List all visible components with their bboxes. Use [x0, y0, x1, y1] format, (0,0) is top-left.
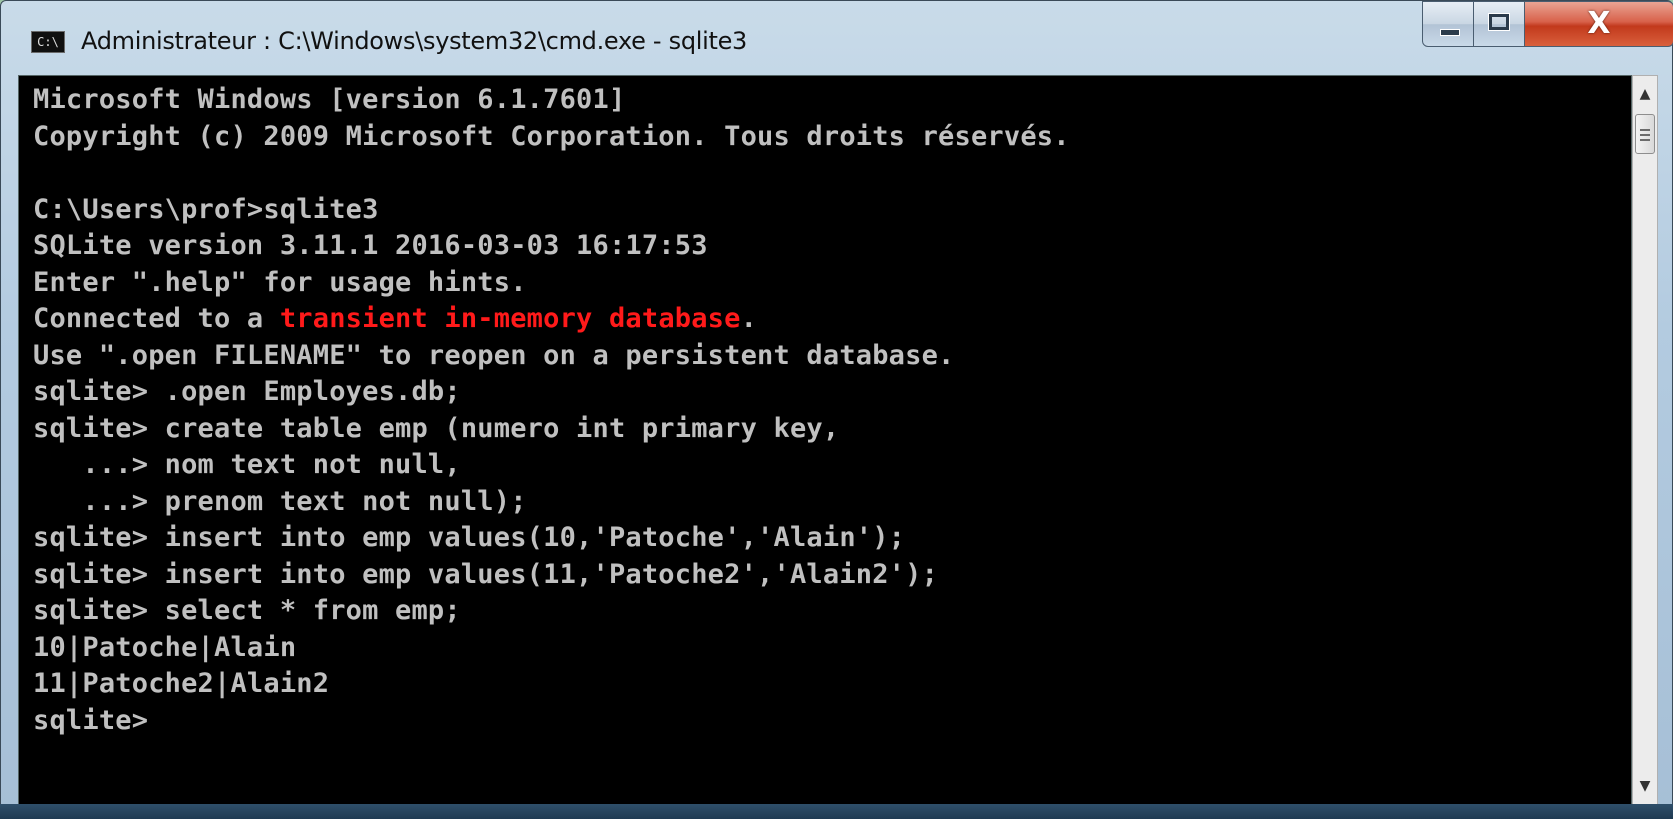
highlighted-text: transient in-memory database [279, 303, 741, 334]
console-line: Connected to a transient in-memory datab… [33, 301, 1070, 338]
console-line: sqlite> insert into emp values(10,'Patoc… [33, 522, 906, 553]
console-text: Connected to a [33, 303, 280, 334]
grip-line [1640, 134, 1650, 136]
scrollbar-thumb[interactable] [1635, 114, 1655, 154]
console-line: ...> nom text not null, [33, 449, 461, 480]
vertical-scrollbar[interactable]: ▲ ▼ [1632, 75, 1658, 805]
grip-line [1640, 139, 1650, 141]
console-line: sqlite> select * from emp; [33, 595, 461, 626]
console-line: ...> prenom text not null); [33, 485, 527, 517]
console-line: 11|Patoche2|Alain2 [33, 668, 330, 699]
console-text: . [740, 303, 758, 334]
console-line: Use ".open FILENAME" to reopen on a pers… [33, 339, 955, 371]
console-line: 10|Patoche|Alain [33, 631, 297, 663]
grip-line [1640, 129, 1650, 131]
scroll-up-arrow-icon[interactable]: ▲ [1633, 82, 1657, 106]
close-button[interactable]: X [1524, 1, 1673, 47]
minimize-icon [1440, 29, 1460, 36]
console-prompt[interactable]: sqlite> [33, 703, 1070, 740]
close-icon: X [1587, 6, 1611, 41]
console-line: sqlite> insert into emp values(11,'Patoc… [33, 558, 939, 590]
console-line: sqlite> .open Employes.db; [33, 376, 461, 407]
console-output[interactable]: Microsoft Windows [version 6.1.7601] Cop… [18, 75, 1632, 805]
cmd-window: C:\ Administrateur : C:\Windows\system32… [0, 0, 1673, 819]
maximize-button[interactable] [1473, 1, 1525, 47]
console-lines: Microsoft Windows [version 6.1.7601] Cop… [33, 82, 1070, 739]
console-line: Microsoft Windows [version 6.1.7601] [33, 84, 626, 115]
taskbar-strip [0, 804, 1673, 819]
console-line: sqlite> create table emp (numero int pri… [33, 412, 840, 444]
window-title: Administrateur : C:\Windows\system32\cmd… [81, 27, 748, 55]
console-line: SQLite version 3.11.1 2016-03-03 16:17:5… [33, 230, 708, 261]
scroll-down-arrow-icon[interactable]: ▼ [1633, 774, 1657, 798]
console-line: Copyright (c) 2009 Microsoft Corporation… [33, 120, 1070, 152]
console-window-icon[interactable]: C:\ [31, 31, 65, 53]
console-line: Enter ".help" for usage hints. [33, 266, 527, 298]
console-line: C:\Users\prof>sqlite3 [33, 193, 379, 225]
maximize-icon [1489, 14, 1509, 30]
minimize-button[interactable] [1422, 1, 1474, 47]
title-bar[interactable]: C:\ Administrateur : C:\Windows\system32… [1, 1, 1673, 75]
